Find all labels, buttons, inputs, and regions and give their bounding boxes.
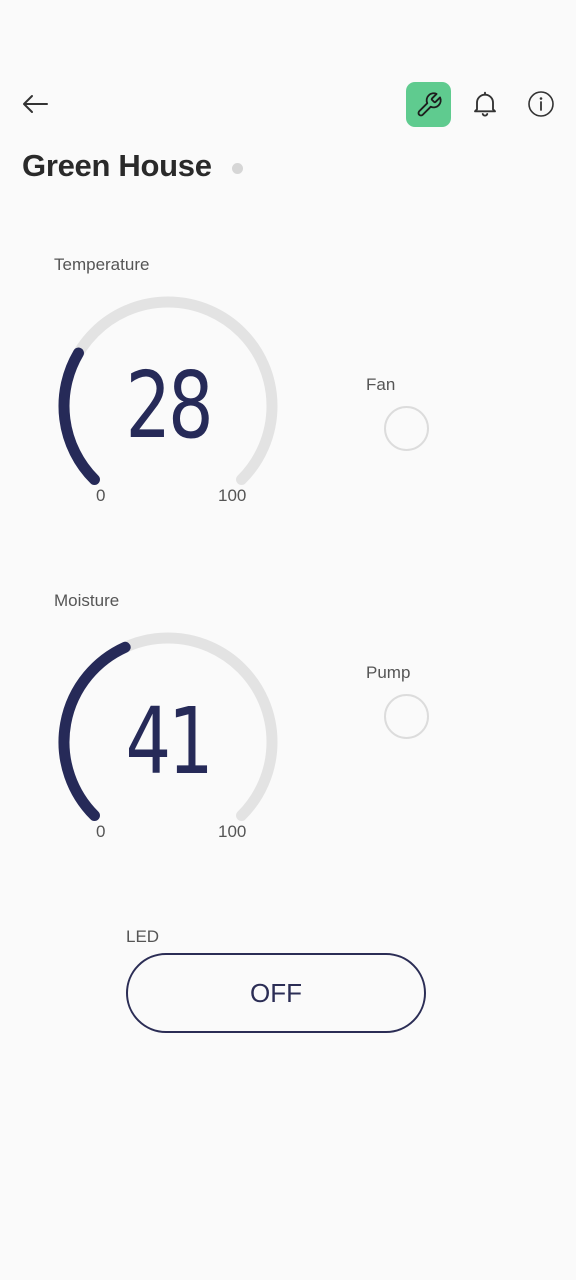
info-button[interactable] [526,89,556,119]
led-toggle-button[interactable]: OFF [126,953,426,1033]
page-title: Green House [22,148,212,183]
moisture-value: 41 [125,688,213,795]
wrench-icon [417,91,442,116]
settings-tool-button[interactable] [406,82,451,127]
info-icon [528,91,554,117]
temperature-value: 28 [125,352,213,459]
led-label: LED [126,927,160,946]
temperature-min-label: 0 [96,486,106,505]
moisture-max-label: 100 [218,822,247,841]
pump-toggle[interactable] [384,694,429,739]
back-button[interactable] [18,88,52,122]
status-indicator-dot [232,163,243,174]
temperature-label: Temperature [54,255,150,274]
moisture-min-label: 0 [96,822,106,841]
pump-label: Pump [366,663,411,682]
bell-icon [474,91,496,117]
notifications-button[interactable] [469,88,501,120]
temperature-max-label: 100 [218,486,247,505]
fan-toggle[interactable] [384,406,429,451]
fan-label: Fan [366,375,396,394]
arrow-left-icon [23,95,48,113]
moisture-label: Moisture [54,591,120,610]
